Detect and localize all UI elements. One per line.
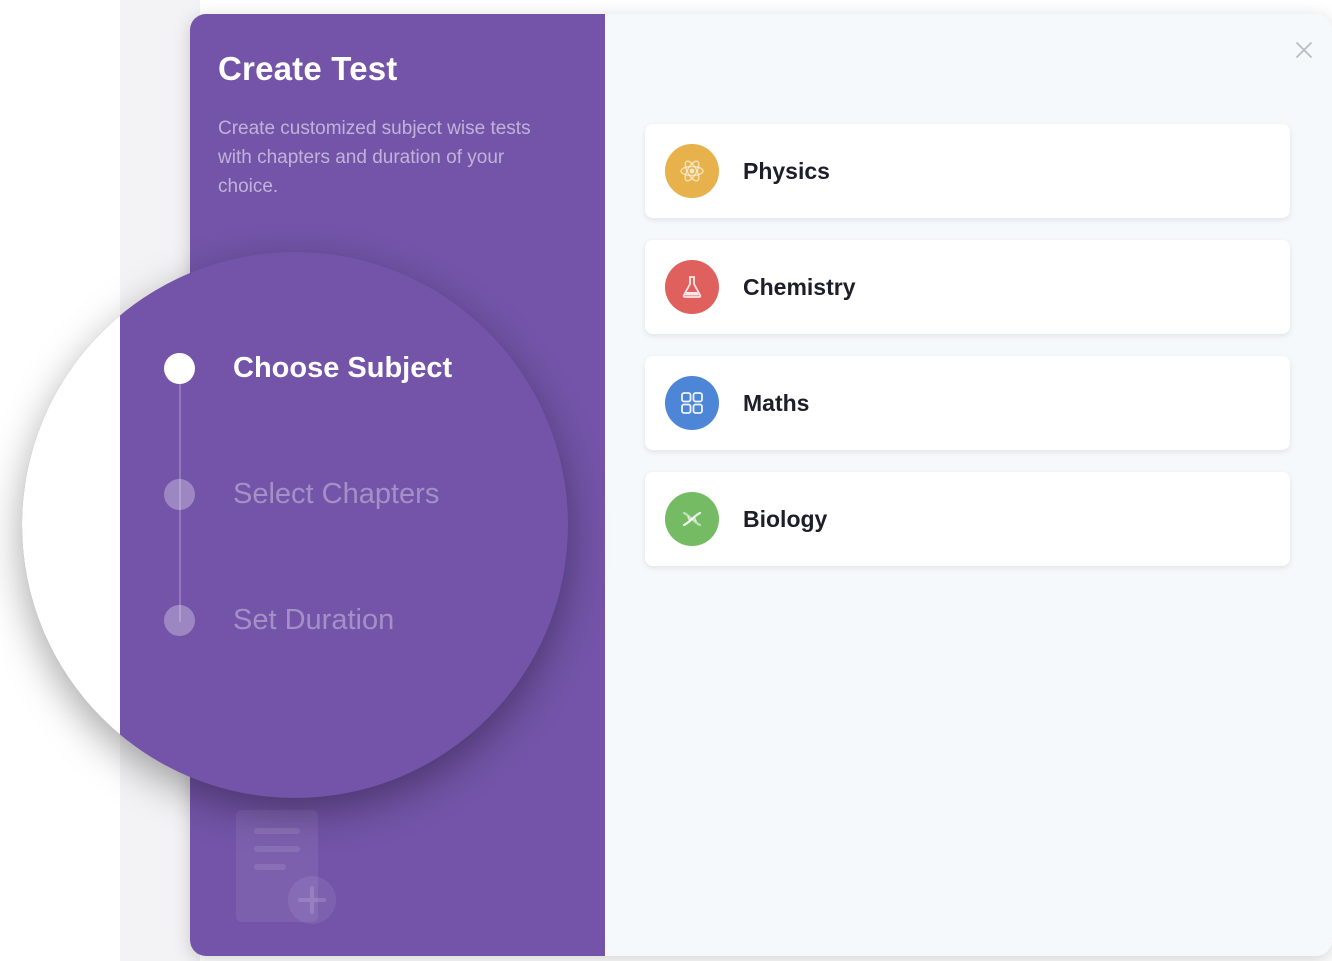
- subject-card-chemistry[interactable]: Chemistry: [645, 240, 1290, 334]
- subject-card-physics[interactable]: Physics: [645, 124, 1290, 218]
- subject-card-maths[interactable]: Maths: [645, 356, 1290, 450]
- step-select-chapters[interactable]: Select Chapters: [164, 478, 439, 511]
- subject-label: Maths: [743, 389, 810, 416]
- subject-list: Physics Chemistry Maths Biology: [645, 124, 1290, 588]
- flask-icon: [665, 260, 719, 314]
- close-icon[interactable]: [1290, 36, 1318, 64]
- calculator-icon: [665, 376, 719, 430]
- subject-label: Chemistry: [743, 273, 856, 300]
- atom-icon: [665, 144, 719, 198]
- dialog-description: Create customized subject wise tests wit…: [218, 118, 531, 197]
- step-indicator: [164, 605, 195, 636]
- step-set-duration[interactable]: Set Duration: [164, 604, 394, 637]
- step-label: Choose Subject: [233, 352, 453, 384]
- step-magnifier: Choose Subject Select Chapters Set Durat…: [22, 252, 568, 798]
- step-choose-subject[interactable]: Choose Subject: [164, 352, 452, 385]
- dialog-title: Create Test: [218, 50, 398, 87]
- step-indicator-active: [164, 353, 195, 384]
- subject-label: Physics: [743, 157, 830, 184]
- dna-icon: [665, 492, 719, 546]
- step-label: Set Duration: [233, 604, 395, 636]
- step-indicator: [164, 479, 195, 510]
- step-label: Select Chapters: [233, 478, 440, 510]
- subject-panel: Physics Chemistry Maths Biology: [605, 14, 1332, 956]
- subject-card-biology[interactable]: Biology: [645, 472, 1290, 566]
- test-document-icon: [232, 804, 342, 934]
- subject-label: Biology: [743, 505, 828, 532]
- magnifier-white-area: [22, 252, 120, 798]
